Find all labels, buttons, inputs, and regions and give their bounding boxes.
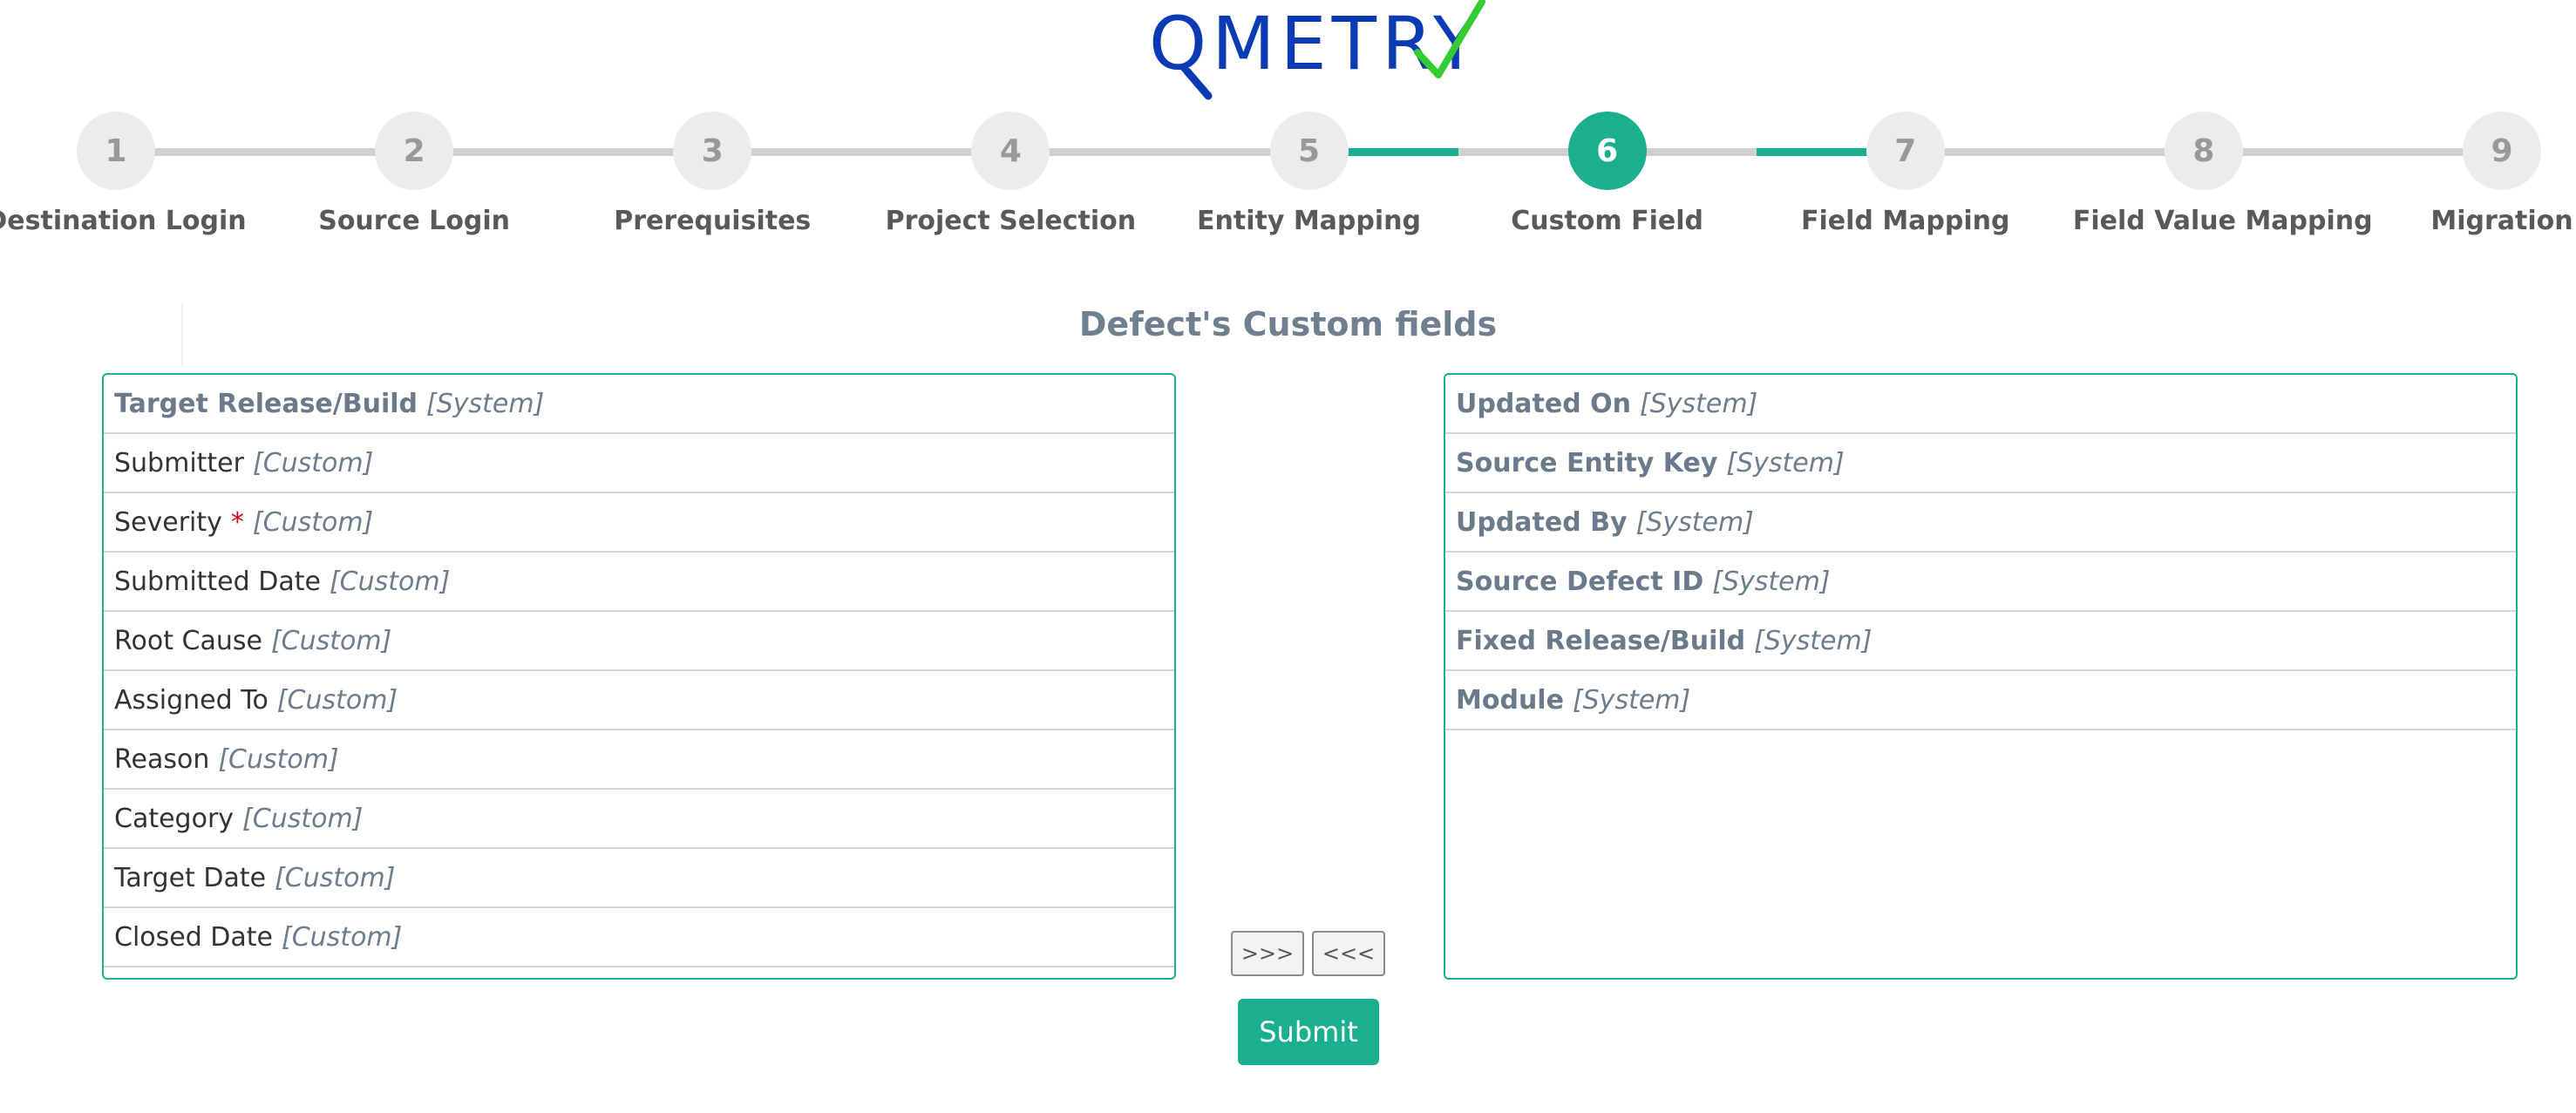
step-number: 8 <box>2164 112 2243 190</box>
field-name: Submitted Date <box>114 566 321 597</box>
list-item[interactable]: Updated By [System] <box>1445 493 2516 553</box>
step-number: 2 <box>375 112 454 190</box>
qmetry-logo: QMETRY <box>1142 0 1485 105</box>
list-item[interactable]: Updated On [System] <box>1445 375 2516 434</box>
field-name: Submitter <box>114 447 244 478</box>
step-number: 9 <box>2463 112 2541 190</box>
field-type: [Custom] <box>252 506 374 538</box>
field-type: [System] <box>1635 506 1754 538</box>
list-item[interactable]: Target Date [Custom] <box>104 849 1174 908</box>
step-label: Source Login <box>318 206 511 236</box>
step-8[interactable]: 8 Field Value Mapping <box>2072 112 2373 236</box>
field-type: [Custom] <box>276 684 398 716</box>
list-item[interactable]: Source Entity Key [System] <box>1445 434 2516 493</box>
field-type: [Custom] <box>329 566 451 597</box>
field-type: [System] <box>426 388 545 419</box>
field-name: Reason <box>114 743 210 775</box>
step-label: Prerequisites <box>614 206 812 236</box>
field-type: [System] <box>1572 684 1691 716</box>
step-label: Project Selection <box>885 206 1137 236</box>
field-type: [System] <box>1726 447 1845 478</box>
step-1[interactable]: 1 Destination Login <box>0 112 247 236</box>
field-name: Category <box>114 803 234 834</box>
step-number: 4 <box>971 112 1050 190</box>
required-marker: * <box>230 506 244 538</box>
available-fields-list[interactable]: Target Release/Build [System] Submitter [Cu… <box>102 373 1176 980</box>
list-item[interactable]: Reason [Custom] <box>104 730 1174 790</box>
list-item[interactable]: Submitted Date [Custom] <box>104 553 1174 612</box>
field-name: Closed Date <box>114 921 274 953</box>
field-name: Module <box>1456 684 1564 716</box>
field-name: Source Entity Key <box>1456 447 1718 478</box>
step-4[interactable]: 4 Project Selection <box>880 112 1141 236</box>
field-type: [System] <box>1640 388 1758 419</box>
step-label: Custom Field <box>1511 206 1704 236</box>
step-label: Entity Mapping <box>1197 206 1421 236</box>
field-name: Assigned To <box>114 684 268 716</box>
list-item[interactable]: Submitter [Custom] <box>104 434 1174 493</box>
step-label: Destination Login <box>0 206 247 236</box>
step-number: 7 <box>1866 112 1945 190</box>
step-label: Field Mapping <box>1801 206 2010 236</box>
selected-fields-list[interactable]: Updated On [System] Source Entity Key [Syst… <box>1444 373 2518 980</box>
wizard-stepper: 1 Destination Login 2 Source Login 3 Prerequi… <box>0 112 2576 251</box>
step-3[interactable]: 3 Prerequisites <box>581 112 843 236</box>
list-item[interactable]: Severity * [Custom] <box>104 493 1174 553</box>
field-type: [Custom] <box>275 862 396 893</box>
field-name: Target Release/Build <box>114 388 418 419</box>
list-item[interactable]: Source Defect ID [System] <box>1445 553 2516 612</box>
step-2[interactable]: 2 Source Login <box>283 112 545 236</box>
list-item[interactable]: Target Release/Build [System] <box>104 375 1174 434</box>
move-left-button[interactable]: <<< <box>1312 931 1385 976</box>
list-item[interactable]: Category [Custom] <box>104 790 1174 849</box>
field-type: [System] <box>1712 566 1831 597</box>
field-name: Root Cause <box>114 625 262 656</box>
field-type: [System] <box>1754 625 1873 656</box>
field-type: [Custom] <box>282 921 403 953</box>
step-label: Field Value Mapping <box>2072 206 2373 236</box>
list-item[interactable]: Module [System] <box>1445 671 2516 730</box>
page-title: Defect's Custom fields <box>1078 305 1498 343</box>
field-type: [Custom] <box>252 447 374 478</box>
step-number: 6 <box>1567 112 1647 190</box>
list-item[interactable]: Root Cause [Custom] <box>104 612 1174 671</box>
step-5[interactable]: 5 Entity Mapping <box>1179 112 1440 236</box>
submit-button[interactable]: Submit <box>1238 999 1379 1065</box>
field-type: [Custom] <box>218 743 339 775</box>
field-name: Updated On <box>1456 388 1632 419</box>
list-item[interactable]: Fixed Release/Build [System] <box>1445 612 2516 671</box>
step-number: 3 <box>673 112 752 190</box>
field-name: Updated By <box>1456 506 1628 538</box>
field-name: Fixed Release/Build <box>1456 625 1746 656</box>
magnifier-check-logo-icon <box>1183 0 1485 100</box>
list-item[interactable]: Closed Date [Custom] <box>104 908 1174 967</box>
step-number: 1 <box>77 112 155 190</box>
step-label: Migration <box>2430 206 2573 236</box>
list-item[interactable]: Assigned To [Custom] <box>104 671 1174 730</box>
field-name: Target Date <box>114 862 267 893</box>
step-number: 5 <box>1269 112 1349 190</box>
step-6[interactable]: 6 Custom Field <box>1477 112 1738 236</box>
field-name: Severity <box>114 506 222 538</box>
field-name: Source Defect ID <box>1456 566 1704 597</box>
field-type: [Custom] <box>242 803 364 834</box>
step-9[interactable]: 9 Migration <box>2371 112 2576 236</box>
step-7[interactable]: 7 Field Mapping <box>1775 112 2036 236</box>
field-type: [Custom] <box>270 625 392 656</box>
move-right-button[interactable]: >>> <box>1231 931 1304 976</box>
